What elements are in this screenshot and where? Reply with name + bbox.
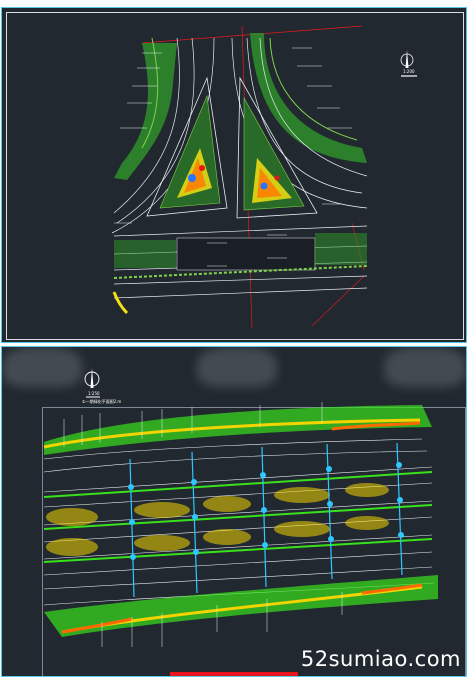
scale-label: 1:250: [88, 391, 100, 396]
privacy-blur: [2, 347, 82, 387]
privacy-blur: [384, 347, 466, 387]
plan-sheet-top: 1:200: [1, 7, 467, 343]
north-arrow-icon: 1:200: [400, 50, 417, 77]
plan-sheet-bottom: 1:250 ①一期绿化平面图2.m: [1, 346, 467, 677]
north-arrow-icon: 1:250 ①一期绿化平面图2.m: [82, 368, 121, 404]
drawing-subtitle: ①一期绿化平面图2.m: [82, 398, 121, 404]
plan-drawing-bottom: 1:250 ①一期绿化平面图2.m: [43, 368, 438, 647]
scale-label: 1:200: [403, 69, 415, 74]
privacy-blur: [197, 347, 277, 387]
plan-drawing-top: 1:200: [111, 25, 417, 329]
watermark-text: 52sumiao.com: [300, 647, 461, 671]
red-accent-bar: [170, 672, 298, 676]
